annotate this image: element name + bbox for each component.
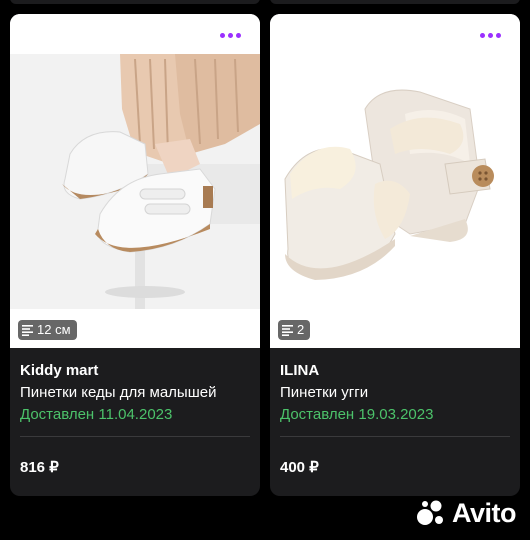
more-options-icon[interactable]	[480, 32, 502, 40]
seller-name[interactable]: ILINA	[280, 361, 510, 383]
list-icon	[282, 325, 293, 336]
more-options-icon[interactable]	[220, 32, 242, 40]
listing-price: 816 ₽	[20, 459, 59, 476]
previous-card-edge-right	[270, 0, 520, 4]
divider	[20, 436, 250, 437]
size-badge: 12 см	[18, 320, 77, 340]
size-badge-text: 12 см	[37, 322, 71, 337]
avito-watermark-text: Avito	[452, 497, 517, 528]
seller-name[interactable]: Kiddy mart	[20, 361, 250, 383]
listing-title[interactable]: Пинетки угги	[280, 383, 510, 405]
divider	[280, 436, 510, 437]
listing-card[interactable]: 12 см Kiddy mart Пинетки кеды для малыше…	[10, 14, 260, 496]
list-icon	[22, 325, 33, 336]
baby-sneakers-image	[10, 14, 260, 348]
avito-logo-icon	[417, 500, 443, 525]
photo-count-badge: 2	[278, 320, 311, 340]
delivery-status: Доставлен 11.04.2023	[20, 406, 173, 423]
listing-photo[interactable]: 2	[270, 14, 520, 348]
previous-card-edge-left	[10, 0, 260, 4]
photo-count-text: 2	[297, 322, 305, 337]
delivery-status: Доставлен 19.03.2023	[280, 406, 434, 423]
listing-photo[interactable]: 12 см	[10, 14, 260, 348]
listing-card[interactable]: 2 ILINA Пинетки угги Доставлен 19.03.202…	[270, 14, 520, 496]
avito-watermark: Avito	[416, 497, 517, 528]
listing-price: 400 ₽	[280, 459, 319, 476]
listing-title[interactable]: Пинетки кеды для малышей	[20, 383, 250, 405]
baby-ugg-boots-image	[270, 14, 520, 348]
